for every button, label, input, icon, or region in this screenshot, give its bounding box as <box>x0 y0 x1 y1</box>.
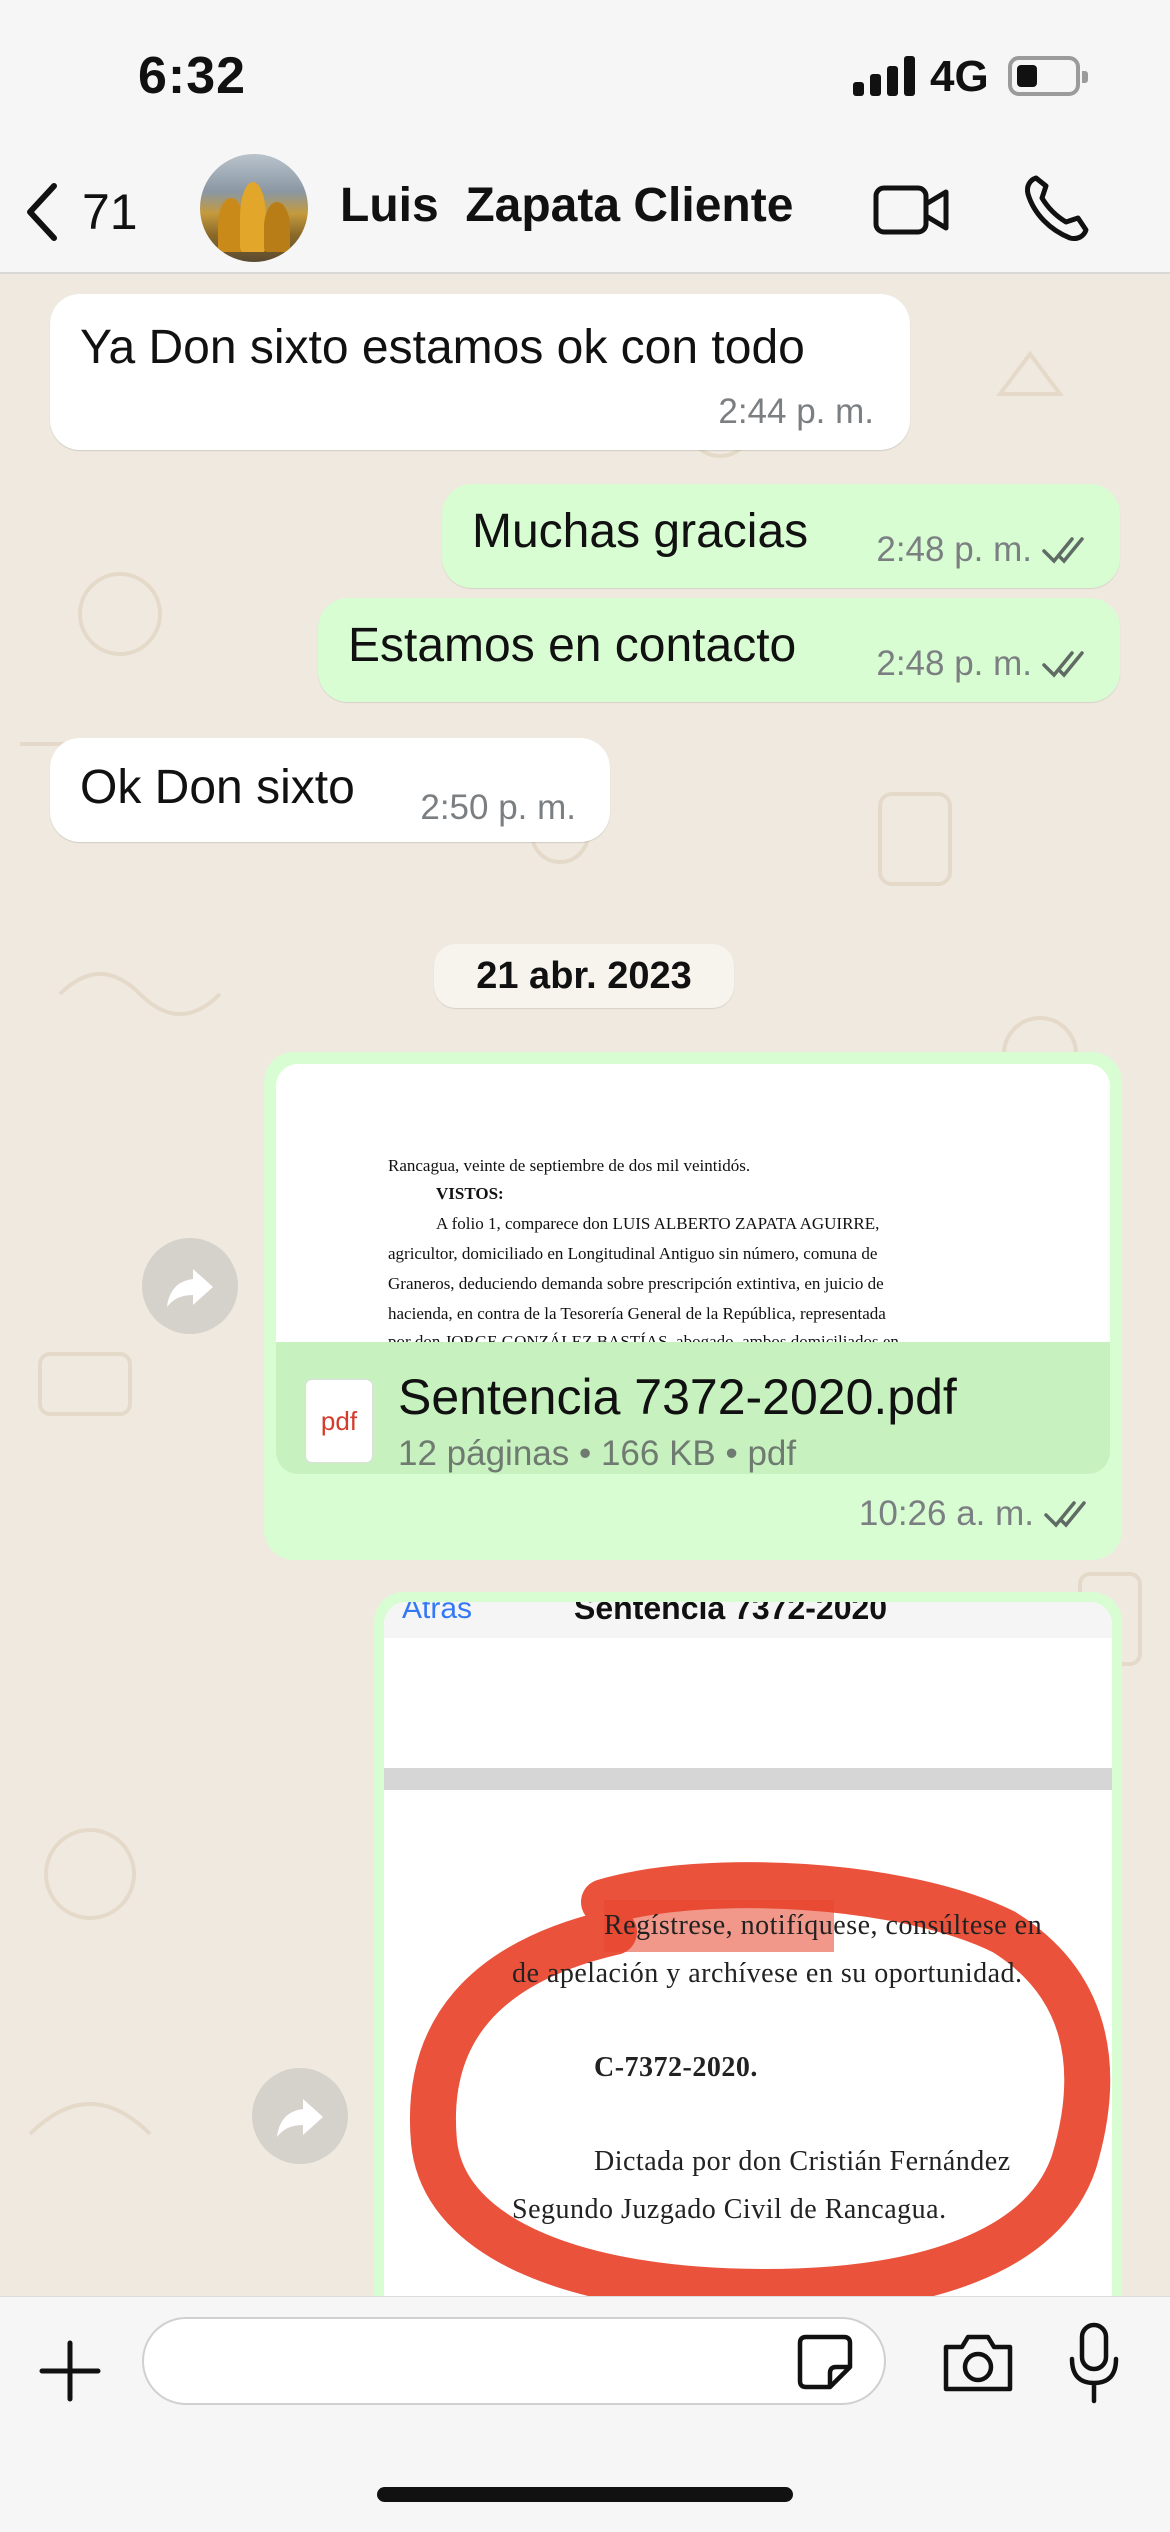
image-preview[interactable]: Atrás Sentencia 7372-2020 Regístrese, no… <box>384 1602 1112 2296</box>
message-time: 10:26 a. m. <box>859 1494 1092 1534</box>
pdf-file-name: Sentencia 7372-2020.pdf <box>398 1369 957 1425</box>
pdf-message-bubble[interactable]: Rancagua, veinte de septiembre de dos mi… <box>264 1052 1122 1560</box>
message-bubble-incoming[interactable]: Ya Don sixto estamos ok con todo 2:44 p.… <box>50 294 910 450</box>
doc-line: Graneros, deduciendo demanda sobre presc… <box>388 1274 884 1293</box>
image-text-line: Segundo Juzgado Civil de Rancagua. <box>512 2194 947 2225</box>
double-check-icon <box>1044 1501 1086 1528</box>
message-bubble-outgoing[interactable]: Estamos en contacto 2:48 p. m. <box>318 598 1120 702</box>
message-time: 2:48 p. m. <box>876 530 1090 570</box>
doc-line: A folio 1, comparece don LUIS ALBERTO ZA… <box>436 1214 880 1233</box>
message-text: Ok Don sixto <box>80 761 355 814</box>
chevron-left-icon <box>27 183 57 241</box>
message-time: 2:48 p. m. <box>876 644 1090 684</box>
avatar[interactable] <box>200 154 308 262</box>
message-time: 2:44 p. m. <box>718 392 874 431</box>
image-text-line: de apelación y archívese en su oportunid… <box>512 1958 1023 1989</box>
pdf-file-icon: pdf <box>306 1380 372 1462</box>
status-time: 6:32 <box>138 47 247 105</box>
signal-icon <box>853 56 915 96</box>
image-text-line: Regístrese, notifíquese, consúltese en <box>604 1910 1043 1941</box>
image-text-line: Dictada por don Cristián Fernández <box>594 2146 1011 2177</box>
doc-line: por don JORGE GONZÁLEZ BASTÍAS, abogado,… <box>388 1332 899 1342</box>
video-call-icon[interactable] <box>872 180 952 240</box>
camera-icon[interactable] <box>940 2331 1016 2395</box>
pdf-preview[interactable]: Rancagua, veinte de septiembre de dos mi… <box>276 1064 1110 1342</box>
forward-button[interactable] <box>252 2068 348 2164</box>
doc-line: Rancagua, veinte de septiembre de dos mi… <box>388 1156 751 1175</box>
doc-line: VISTOS: <box>436 1184 504 1203</box>
battery-icon <box>1008 56 1088 96</box>
network-label: 4G <box>930 52 989 101</box>
red-circle-annotation <box>410 1862 1111 2296</box>
input-bar <box>0 2296 1170 2532</box>
pdf-file-info[interactable]: pdf Sentencia 7372-2020.pdf 12 páginas •… <box>276 1342 1110 1474</box>
phone-call-icon[interactable] <box>1022 172 1092 244</box>
doc-line: agricultor, domiciliado en Longitudinal … <box>388 1244 878 1263</box>
message-text: Muchas gracias <box>472 505 809 558</box>
double-check-icon <box>1042 537 1084 564</box>
image-text-line: C-7372-2020. <box>594 2052 758 2083</box>
pdf-file-details: 12 páginas • 166 KB • pdf <box>398 1434 797 1473</box>
status-bar: 6:32 4G <box>0 0 1170 150</box>
date-separator: 21 abr. 2023 <box>434 944 734 1008</box>
chat-area[interactable]: Ya Don sixto estamos ok con todo 2:44 p.… <box>0 274 1170 2296</box>
microphone-icon[interactable] <box>1068 2321 1120 2405</box>
message-text: Ya Don sixto estamos ok con todo <box>80 321 805 374</box>
double-check-icon <box>1042 651 1084 678</box>
message-input[interactable] <box>142 2317 886 2405</box>
contact-name[interactable]: Luis Zapata Cliente <box>340 178 793 233</box>
image-message-bubble[interactable]: Atrás Sentencia 7372-2020 Regístrese, no… <box>374 1592 1122 2296</box>
back-button[interactable]: 71 <box>20 172 138 252</box>
forward-button[interactable] <box>142 1238 238 1334</box>
message-text: Estamos en contacto <box>348 619 797 672</box>
sticker-icon[interactable] <box>796 2333 854 2391</box>
unread-count: 71 <box>82 184 138 240</box>
message-time: 2:50 p. m. <box>420 788 576 827</box>
forward-icon <box>167 1269 213 1307</box>
home-indicator <box>377 2487 793 2502</box>
message-bubble-outgoing[interactable]: Muchas gracias 2:48 p. m. <box>442 484 1120 588</box>
doc-line: hacienda, en contra de la Tesorería Gene… <box>388 1304 886 1323</box>
chat-header: 71 Luis Zapata Cliente <box>0 150 1170 274</box>
plus-icon[interactable] <box>38 2339 102 2403</box>
forward-icon <box>277 2099 323 2137</box>
message-bubble-incoming[interactable]: Ok Don sixto 2:50 p. m. <box>50 738 610 842</box>
